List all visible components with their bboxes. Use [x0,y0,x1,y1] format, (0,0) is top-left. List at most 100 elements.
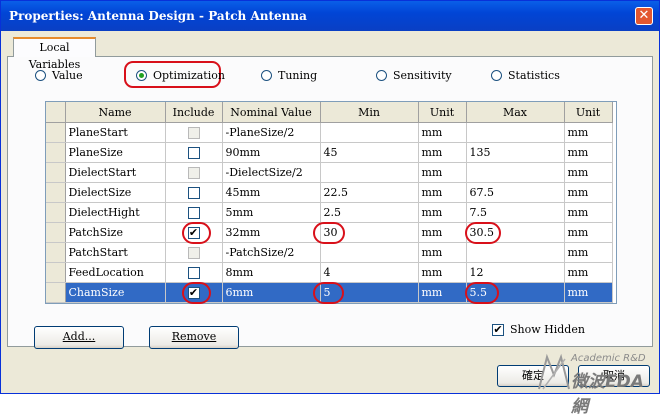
min-cell[interactable] [320,162,419,183]
name-cell[interactable]: DielectHight [65,202,166,223]
min-unit-cell[interactable]: mm [418,122,467,143]
name-cell[interactable]: FeedLocation [65,262,166,283]
row-header[interactable] [46,122,66,143]
min-unit-cell[interactable]: mm [418,262,467,283]
name-cell[interactable]: PlaneStart [65,122,166,143]
remove-button[interactable]: Remove [149,326,239,349]
column-header-min-unit[interactable]: Unit [418,102,467,123]
table-row[interactable]: PlaneSize 90mm 45 mm 135 mm [46,142,613,163]
max-unit-cell[interactable]: mm [564,122,613,143]
name-cell[interactable]: DielectStart [65,162,166,183]
table-row[interactable]: PlaneStart -PlaneSize/2 mm mm [46,122,613,143]
nominal-cell[interactable]: 6mm [222,282,321,303]
max-unit-cell[interactable]: mm [564,142,613,163]
close-icon[interactable]: ✕ [635,7,653,25]
max-unit-cell[interactable]: mm [564,242,613,263]
radio-tuning[interactable]: Tuning [261,67,317,83]
include-cell[interactable] [165,202,223,223]
name-cell[interactable]: DielectSize [65,182,166,203]
column-header-max-unit[interactable]: Unit [564,102,613,123]
nominal-cell[interactable]: 8mm [222,262,321,283]
row-header[interactable] [46,282,66,303]
nominal-cell[interactable]: 90mm [222,142,321,163]
max-unit-cell[interactable]: mm [564,182,613,203]
min-unit-cell[interactable]: mm [418,182,467,203]
radio-dot-icon [376,69,387,81]
max-cell[interactable] [466,162,565,183]
nominal-cell[interactable]: -PlaneSize/2 [222,122,321,143]
watermark-logo-icon [538,353,570,390]
min-unit-cell[interactable]: mm [418,142,467,163]
radio-sensitivity-label: Sensitivity [393,68,452,82]
column-header-nominal-value[interactable]: Nominal Value [222,102,321,123]
nominal-cell[interactable]: 5mm [222,202,321,223]
max-cell[interactable]: 67.5 [466,182,565,203]
watermark-bottom-text: 微波EDA網 [571,372,644,417]
max-unit-cell[interactable]: mm [564,282,613,303]
include-cell[interactable] [165,182,223,203]
min-unit-cell[interactable]: mm [418,222,467,243]
include-checkbox[interactable] [187,267,200,279]
table-row[interactable]: DielectStart -DielectSize/2 mm mm [46,162,613,183]
include-checkbox[interactable] [187,147,200,159]
name-cell[interactable]: ChamSize [65,282,166,303]
radio-statistics[interactable]: Statistics [491,67,560,83]
max-cell[interactable]: 135 [466,142,565,163]
column-header-max[interactable]: Max [466,102,565,123]
row-header[interactable] [46,202,66,223]
radio-sensitivity[interactable]: Sensitivity [376,67,452,83]
title-bar[interactable]: Properties: Antenna Design - Patch Anten… [1,1,659,31]
max-cell[interactable]: 7.5 [466,202,565,223]
include-checkbox[interactable] [187,207,200,219]
row-header[interactable] [46,162,66,183]
add-button[interactable]: Add... [34,326,124,349]
include-checkbox[interactable] [187,187,200,199]
min-cell[interactable] [320,242,419,263]
radio-optimization[interactable]: Optimization [136,67,225,83]
include-cell[interactable] [165,142,223,163]
row-header[interactable] [46,222,66,243]
nominal-cell[interactable]: 32mm [222,222,321,243]
column-header-name[interactable]: Name [65,102,166,123]
row-header[interactable] [46,262,66,283]
row-header[interactable] [46,142,66,163]
tab-local-variables[interactable]: Local Variables [13,37,96,71]
column-header-min[interactable]: Min [320,102,419,123]
variables-grid[interactable]: Name Include Nominal Value Min Unit Max … [45,101,617,304]
table-row[interactable]: PatchStart -PatchSize/2 mm mm [46,242,613,263]
min-cell[interactable]: 2.5 [320,202,419,223]
row-header[interactable] [46,242,66,263]
nominal-cell[interactable]: 45mm [222,182,321,203]
include-checkbox-disabled [187,127,200,139]
max-unit-cell[interactable]: mm [564,202,613,223]
table-row[interactable]: FeedLocation 8mm 4 mm 12 mm [46,262,613,283]
show-hidden-checkbox[interactable]: ✔ Show Hidden [492,323,585,336]
min-cell[interactable]: 22.5 [320,182,419,203]
min-cell[interactable]: 45 [320,142,419,163]
include-cell[interactable] [165,262,223,283]
max-unit-cell[interactable]: mm [564,262,613,283]
name-cell[interactable]: PatchSize [65,222,166,243]
table-row[interactable]: DielectSize 45mm 22.5 mm 67.5 mm [46,182,613,203]
include-cell [165,162,223,183]
max-cell[interactable] [466,122,565,143]
min-unit-cell[interactable]: mm [418,242,467,263]
max-unit-cell[interactable]: mm [564,162,613,183]
name-cell[interactable]: PatchStart [65,242,166,263]
include-cell [165,242,223,263]
min-unit-cell[interactable]: mm [418,162,467,183]
nominal-cell[interactable]: -PatchSize/2 [222,242,321,263]
min-unit-cell[interactable]: mm [418,282,467,303]
min-cell[interactable] [320,122,419,143]
show-hidden-check[interactable]: ✔ [492,323,504,336]
max-unit-cell[interactable]: mm [564,222,613,243]
column-header-include[interactable]: Include [165,102,223,123]
min-cell[interactable]: 4 [320,262,419,283]
max-cell[interactable] [466,242,565,263]
name-cell[interactable]: PlaneSize [65,142,166,163]
max-cell[interactable]: 12 [466,262,565,283]
nominal-cell[interactable]: -DielectSize/2 [222,162,321,183]
min-unit-cell[interactable]: mm [418,202,467,223]
table-row[interactable]: DielectHight 5mm 2.5 mm 7.5 mm [46,202,613,223]
row-header[interactable] [46,182,66,203]
